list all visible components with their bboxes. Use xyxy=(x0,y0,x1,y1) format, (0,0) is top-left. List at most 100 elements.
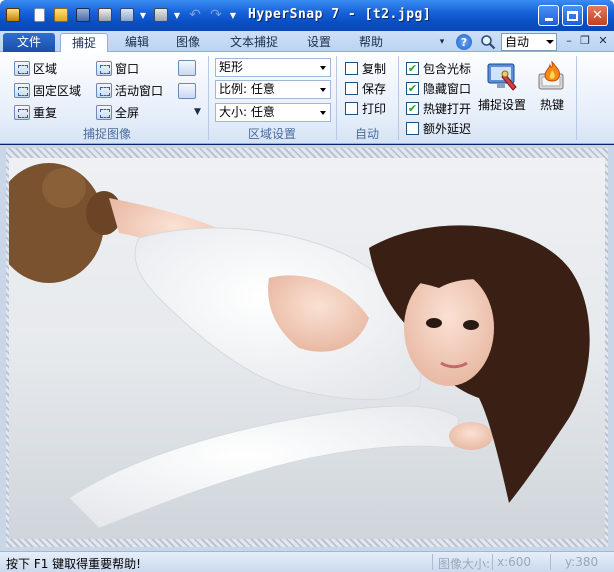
app-logo-icon[interactable] xyxy=(4,6,22,24)
capture-window-label: 窗口 xyxy=(115,61,140,76)
tab-file[interactable]: 文件 xyxy=(3,33,55,52)
ribbon-options-icon[interactable]: ▾ xyxy=(436,33,448,51)
new-file-icon[interactable] xyxy=(30,6,48,24)
window-capture-icon[interactable] xyxy=(118,6,136,24)
capture-full-screen-button[interactable]: 全屏 xyxy=(96,103,139,121)
region-shape-select[interactable]: 矩形 xyxy=(215,58,331,77)
group-divider xyxy=(398,56,399,140)
status-image-size-label: 图像大小: xyxy=(438,557,491,571)
captured-photo[interactable] xyxy=(9,158,605,539)
window-title: HyperSnap 7 - [t2.jpg] xyxy=(248,7,432,22)
maximize-icon xyxy=(567,10,578,21)
checkbox-box xyxy=(345,61,358,75)
capture-active-window-button[interactable]: 活动窗口 xyxy=(96,81,163,99)
hide-window-checkbox[interactable]: ✔ 隐藏窗口 xyxy=(406,80,471,96)
app-window: ▼ ▼ ↶ ↷ ▼ HyperSnap 7 - [t2.jpg] ✕ 文件 捕捉… xyxy=(0,0,614,572)
region-ratio-value: 比例: 任意 xyxy=(219,82,275,96)
capture-fixed-region-label: 固定区域 xyxy=(33,83,82,98)
image-canvas[interactable] xyxy=(0,145,614,551)
zoom-magnifier-icon[interactable] xyxy=(479,33,497,51)
auto-save-checkbox[interactable]: 保存 xyxy=(345,80,386,96)
region-shape-value: 矩形 xyxy=(219,60,244,74)
tab-help[interactable]: 帮助 xyxy=(349,33,393,52)
status-divider xyxy=(550,554,551,570)
capture-window-button[interactable]: 窗口 xyxy=(96,59,139,77)
auto-save-label: 保存 xyxy=(362,81,387,96)
capture-active-window-label: 活动窗口 xyxy=(115,83,164,98)
checkbox-box: ✔ xyxy=(406,81,419,95)
full-screen-icon xyxy=(96,104,112,120)
maximize-button[interactable] xyxy=(562,5,583,26)
ribbon-tab-bar: 文件 捕捉 编辑 图像 文本捕捉 设置 帮助 ▾ ? 自动 – ❐ ✕ xyxy=(0,31,614,52)
tab-image[interactable]: 图像 xyxy=(166,33,210,52)
mdi-restore-button[interactable]: ❐ xyxy=(578,35,592,49)
hotkeys-button[interactable]: 热键 xyxy=(534,60,570,113)
extra-delay-checkbox[interactable]: 额外延迟 xyxy=(406,120,471,136)
redo-icon[interactable]: ↷ xyxy=(207,6,225,24)
auto-print-label: 打印 xyxy=(362,101,387,116)
checkbox-box xyxy=(345,81,358,95)
capture-region-button[interactable]: 区域 xyxy=(14,59,57,77)
open-folder-icon[interactable] xyxy=(52,6,70,24)
photo-illustration xyxy=(9,158,605,539)
clipboard-icon[interactable] xyxy=(152,6,170,24)
capture-repeat-button[interactable]: 重复 xyxy=(14,103,57,121)
chevron-down-icon xyxy=(546,40,554,44)
region-ratio-select[interactable]: 比例: 任意 xyxy=(215,80,331,99)
status-divider xyxy=(432,554,433,570)
capture-settings-button[interactable]: 捕捉设置 xyxy=(478,60,526,113)
tab-edit[interactable]: 编辑 xyxy=(115,33,159,52)
minimize-icon xyxy=(544,18,553,21)
group-divider xyxy=(336,56,337,140)
close-icon: ✕ xyxy=(592,8,603,23)
help-icon: ? xyxy=(456,34,472,50)
dropdown-arrow-icon-2[interactable]: ▼ xyxy=(172,6,182,24)
chevron-down-icon xyxy=(320,66,326,70)
mdi-minimize-button[interactable]: – xyxy=(562,35,576,49)
help-button[interactable]: ? xyxy=(455,33,473,51)
hotkeys-on-label: 热键打开 xyxy=(423,101,472,116)
extra-delay-label: 额外延迟 xyxy=(423,121,472,136)
repeat-icon xyxy=(14,104,30,120)
minimize-button[interactable] xyxy=(538,5,559,26)
capture-fixed-region-button[interactable]: 固定区域 xyxy=(14,81,81,99)
status-bar: 按下 F1 键取得重要帮助! 图像大小: x:600 y:380 xyxy=(0,551,614,572)
tab-capture[interactable]: 捕捉 xyxy=(60,33,108,52)
save-icon[interactable] xyxy=(74,6,92,24)
include-cursor-label: 包含光标 xyxy=(423,61,472,76)
tab-settings[interactable]: 设置 xyxy=(296,33,342,52)
hotkeys-on-checkbox[interactable]: ✔ 热键打开 xyxy=(406,100,471,116)
auto-copy-checkbox[interactable]: 复制 xyxy=(345,60,386,76)
region-size-value: 大小: 任意 xyxy=(219,105,275,119)
capture-settings-label: 捕捉设置 xyxy=(478,98,527,112)
close-button[interactable]: ✕ xyxy=(587,5,608,26)
capture-repeat-label: 重复 xyxy=(33,105,58,120)
title-bar[interactable]: ▼ ▼ ↶ ↷ ▼ HyperSnap 7 - [t2.jpg] ✕ xyxy=(0,0,614,31)
group-divider xyxy=(576,56,577,140)
include-cursor-checkbox[interactable]: ✔ 包含光标 xyxy=(406,60,471,76)
more-capture-options-icon[interactable]: ▼ xyxy=(194,107,201,117)
region-icon xyxy=(14,60,30,76)
capture-settings-icon xyxy=(485,60,519,92)
print-icon[interactable] xyxy=(96,6,114,24)
hotkey-flame-icon xyxy=(535,60,569,92)
capture-region-label: 区域 xyxy=(33,61,58,76)
auto-group-title: 自动 xyxy=(354,127,379,141)
capture-extended-icon[interactable] xyxy=(178,83,196,99)
active-window-icon xyxy=(96,82,112,98)
capture-full-screen-label: 全屏 xyxy=(115,105,140,120)
mdi-close-button[interactable]: ✕ xyxy=(596,35,610,49)
dropdown-arrow-icon[interactable]: ▼ xyxy=(138,6,148,24)
tab-text-capture[interactable]: 文本捕捉 xyxy=(220,33,288,52)
region-size-select[interactable]: 大小: 任意 xyxy=(215,103,331,122)
zoom-select[interactable]: 自动 xyxy=(501,33,557,51)
fixed-region-icon xyxy=(14,82,30,98)
zoom-value: 自动 xyxy=(505,35,530,49)
customize-toolbar-icon[interactable]: ▼ xyxy=(228,6,238,24)
undo-icon[interactable]: ↶ xyxy=(186,6,204,24)
status-x-value: x:600 xyxy=(497,555,532,569)
capture-scroll-icon[interactable] xyxy=(178,60,196,76)
auto-print-checkbox[interactable]: 打印 xyxy=(345,100,386,116)
hotkeys-label: 热键 xyxy=(539,98,564,112)
status-divider xyxy=(492,554,493,570)
